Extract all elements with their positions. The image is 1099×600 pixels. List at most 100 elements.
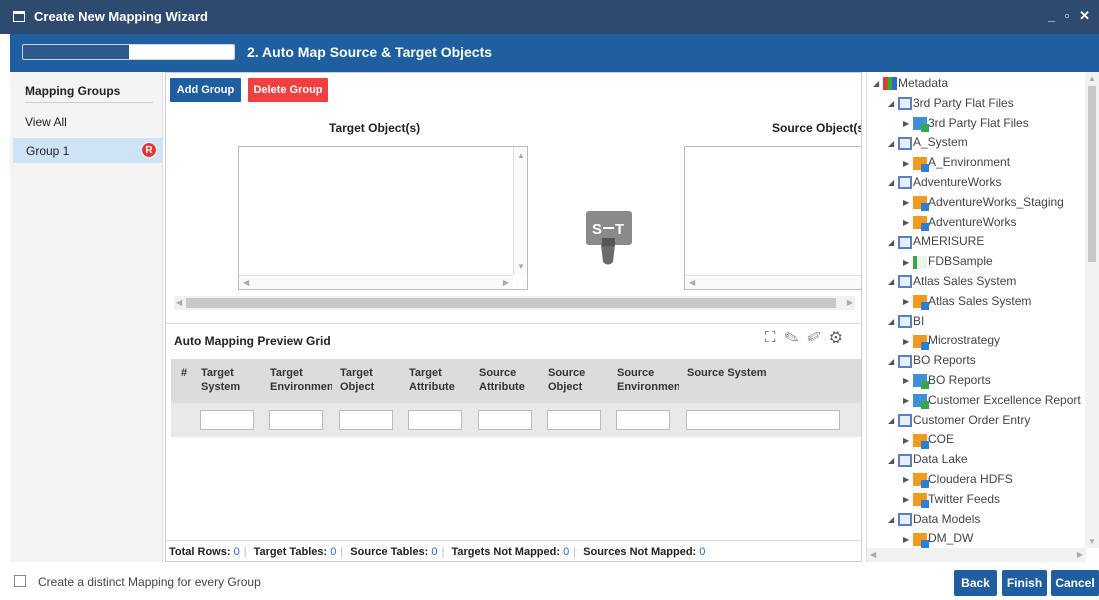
tree-node[interactable]: ◢ A_System <box>888 135 968 155</box>
tree-node[interactable]: ▶ COE <box>903 432 954 452</box>
tree-node[interactable]: ▶ BO Reports <box>903 373 991 393</box>
tree-node[interactable]: ◢ Data Lake <box>888 452 968 472</box>
filter-source-object[interactable] <box>547 410 601 430</box>
collapse-toggle-icon[interactable]: ◢ <box>888 139 898 148</box>
tree-node[interactable]: ▶ A_Environment <box>903 155 1010 175</box>
cancel-button[interactable]: Cancel <box>1051 570 1099 596</box>
finish-button[interactable]: Finish <box>1002 570 1047 596</box>
collapse-toggle-icon[interactable]: ◢ <box>873 79 883 88</box>
tree-node[interactable]: ◢ Customer Order Entry <box>888 413 1030 433</box>
collapse-toggle-icon[interactable]: ◢ <box>888 416 898 425</box>
tree-node[interactable]: ◢ Data Models <box>888 512 980 532</box>
filter-target-object[interactable] <box>339 410 393 430</box>
tree-node[interactable]: ▶ AdventureWorks <box>903 215 1016 235</box>
col-target-object[interactable]: Target Object <box>340 366 396 394</box>
filter-source-environment[interactable] <box>616 410 670 430</box>
expand-toggle-icon[interactable]: ▶ <box>903 159 913 168</box>
sources-not-mapped-label: Sources Not Mapped: <box>583 546 697 558</box>
system-icon <box>898 235 912 249</box>
tree-node[interactable]: ▶ 3rd Party Flat Files <box>903 116 1029 136</box>
tree-node[interactable]: ▶ Atlas Sales System <box>903 294 1031 314</box>
delete-group-button[interactable]: Delete Group <box>248 78 328 102</box>
col-source-object[interactable]: Source Object <box>548 366 606 394</box>
window-controls[interactable]: _ ▫ ✕ <box>1048 8 1093 24</box>
filter-source-attribute[interactable] <box>478 410 532 430</box>
collapse-toggle-icon[interactable]: ◢ <box>888 357 898 366</box>
system-icon <box>898 512 912 526</box>
col-source-attribute[interactable]: Source Attribute <box>479 366 537 394</box>
flat-file-icon <box>913 374 929 390</box>
tree-node[interactable]: ◢ 3rd Party Flat Files <box>888 96 1014 116</box>
back-button[interactable]: Back <box>954 570 997 596</box>
tree-node[interactable]: ◢ BI <box>888 314 924 334</box>
col-index[interactable]: # <box>181 366 193 380</box>
clear-filter-icon[interactable]: ✎ <box>785 329 808 346</box>
filter-target-environment[interactable] <box>269 410 323 430</box>
source-objects-list[interactable]: ◀ <box>684 146 861 290</box>
expand-toggle-icon[interactable]: ▶ <box>903 495 913 504</box>
system-icon <box>898 354 912 368</box>
collapse-toggle-icon[interactable]: ◢ <box>888 238 898 247</box>
scroll-thumb[interactable] <box>186 298 836 308</box>
window-titlebar: Create New Mapping Wizard _ ▫ ✕ <box>0 0 1099 34</box>
collapse-toggle-icon[interactable]: ◢ <box>888 277 898 286</box>
scroll-left-icon: ◀ <box>870 550 877 559</box>
column-settings-icon[interactable]: ⚙ <box>830 329 851 346</box>
collapse-toggle-icon[interactable]: ◢ <box>888 515 898 524</box>
expand-toggle-icon[interactable]: ▶ <box>903 337 913 346</box>
filter-target-attribute[interactable] <box>408 410 462 430</box>
tree-node-label: FDBSample <box>928 254 993 269</box>
expand-toggle-icon[interactable]: ▶ <box>903 436 913 445</box>
collapse-toggle-icon[interactable]: ◢ <box>888 456 898 465</box>
tree-node[interactable]: ▶ FDBSample <box>903 254 993 274</box>
remove-group-badge[interactable]: R <box>141 142 157 158</box>
tree-node[interactable]: ◢ Atlas Sales System <box>888 274 1016 294</box>
add-group-button[interactable]: Add Group <box>170 78 241 102</box>
source-list-hscroll[interactable]: ◀ <box>685 275 861 289</box>
target-list-vscroll[interactable]: ▲ ▼ <box>513 147 527 275</box>
col-target-environment[interactable]: Target Environment <box>270 366 332 394</box>
expand-toggle-icon[interactable]: ▶ <box>903 396 913 405</box>
col-target-attribute[interactable]: Target Attribute <box>409 366 467 394</box>
expand-toggle-icon[interactable]: ▶ <box>903 535 913 544</box>
tree-node[interactable]: ▶ Cloudera HDFS <box>903 472 1013 492</box>
target-list-hscroll[interactable]: ◀ ▶ <box>239 275 513 289</box>
expand-toggle-icon[interactable]: ▶ <box>903 376 913 385</box>
tree-node[interactable]: ◢ AdventureWorks <box>888 175 1001 195</box>
col-source-environment[interactable]: Source Environment <box>617 366 679 394</box>
expand-toggle-icon[interactable]: ▶ <box>903 297 913 306</box>
tree-node[interactable]: ▶ AdventureWorks_Staging <box>903 195 1064 215</box>
collapse-toggle-icon[interactable]: ◢ <box>888 99 898 108</box>
tree-vscroll[interactable]: ▲ ▼ <box>1085 72 1099 548</box>
filter-source-system[interactable] <box>686 410 840 430</box>
tree-node[interactable]: ◢ Metadata <box>873 76 948 96</box>
tree-node[interactable]: ▶ Microstrategy <box>903 333 1000 353</box>
expand-toggle-icon[interactable]: ▶ <box>903 119 913 128</box>
auto-map-icon[interactable]: S T <box>584 208 634 268</box>
group-item[interactable]: Group 1 R <box>13 138 163 163</box>
tree-node[interactable]: ◢ BO Reports <box>888 353 976 373</box>
col-source-system[interactable]: Source System <box>687 366 837 380</box>
distinct-mapping-checkbox[interactable] <box>14 575 26 587</box>
collapse-toggle-icon[interactable]: ◢ <box>888 178 898 187</box>
tree-node[interactable]: ▶ Customer Excellence Report <box>903 393 1081 413</box>
target-objects-list[interactable]: ▲ ▼ ◀ ▶ <box>238 146 528 290</box>
center-hscroll[interactable]: ◀ ▶ <box>174 296 855 310</box>
filter-target-system[interactable] <box>200 410 254 430</box>
view-all-link[interactable]: View All <box>25 115 67 129</box>
collapse-toggle-icon[interactable]: ◢ <box>888 317 898 326</box>
expand-toggle-icon[interactable]: ▶ <box>903 258 913 267</box>
tree-hscroll[interactable]: ◀ ▶ <box>867 548 1086 562</box>
expand-toggle-icon[interactable]: ▶ <box>903 218 913 227</box>
tree-node-label: Atlas Sales System <box>913 274 1017 288</box>
expand-toggle-icon[interactable]: ▶ <box>903 475 913 484</box>
expand-toggle-icon[interactable]: ▶ <box>903 198 913 207</box>
tree-node-label: COE <box>928 432 955 447</box>
col-target-system[interactable]: Target System <box>201 366 259 394</box>
edit-icon[interactable]: ✐ <box>807 329 830 346</box>
system-icon <box>898 413 912 427</box>
scroll-thumb[interactable] <box>1088 86 1096 262</box>
tree-node[interactable]: ▶ Twitter Feeds <box>903 492 1000 512</box>
expand-icon[interactable]: ⛶ <box>765 329 785 346</box>
tree-node[interactable]: ◢ AMERISURE <box>888 234 984 254</box>
